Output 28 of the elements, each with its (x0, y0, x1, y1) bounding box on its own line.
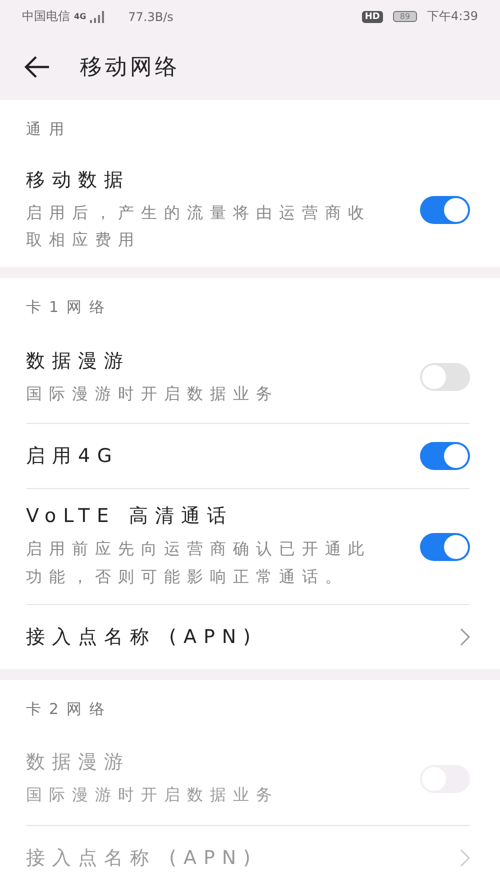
battery-indicator: 89 (392, 11, 418, 22)
network-type: 4G (74, 12, 86, 21)
hd-badge: HD (362, 10, 383, 22)
section-header: 卡1网络 (26, 297, 114, 318)
toggle-switch[interactable] (420, 442, 470, 470)
section-header: 通用 (26, 119, 73, 140)
setting-description: 国际漫游时开启数据业务 (26, 382, 280, 405)
toggle-switch[interactable] (420, 532, 470, 561)
setting-label: 移动数据 (26, 168, 131, 193)
page-title: 移动网络 (80, 54, 180, 82)
setting-label: VoLTE 高清通话 (26, 504, 234, 530)
setting-description: 国际漫游时开启数据业务 (26, 784, 280, 806)
toggle-switch[interactable] (420, 363, 470, 392)
clock: 下午4:39 (427, 8, 478, 25)
signal-icon (90, 10, 106, 22)
setting-label: 数据漫游 (26, 750, 131, 776)
toggle-switch[interactable] (420, 196, 470, 224)
carrier-name: 中国电信 (22, 8, 70, 25)
section-header: 卡2网络 (26, 698, 114, 720)
back-arrow-icon[interactable] (24, 54, 50, 78)
network-speed: 77.3B/s (128, 10, 174, 24)
setting-label: 接入点名称 (APN) (26, 624, 259, 650)
chevron-right-icon[interactable] (460, 628, 470, 646)
setting-description: 启用前应先向运营商确认已开通此功能，否则可能影响正常通话。 (26, 538, 372, 588)
setting-description: 启用后，产生的流量将由运营商收取相应费用 (26, 202, 372, 252)
setting-label: 接入点名称 (APN) (26, 846, 259, 871)
setting-label: 启用4G (26, 444, 120, 470)
setting-label: 数据漫游 (26, 348, 131, 374)
